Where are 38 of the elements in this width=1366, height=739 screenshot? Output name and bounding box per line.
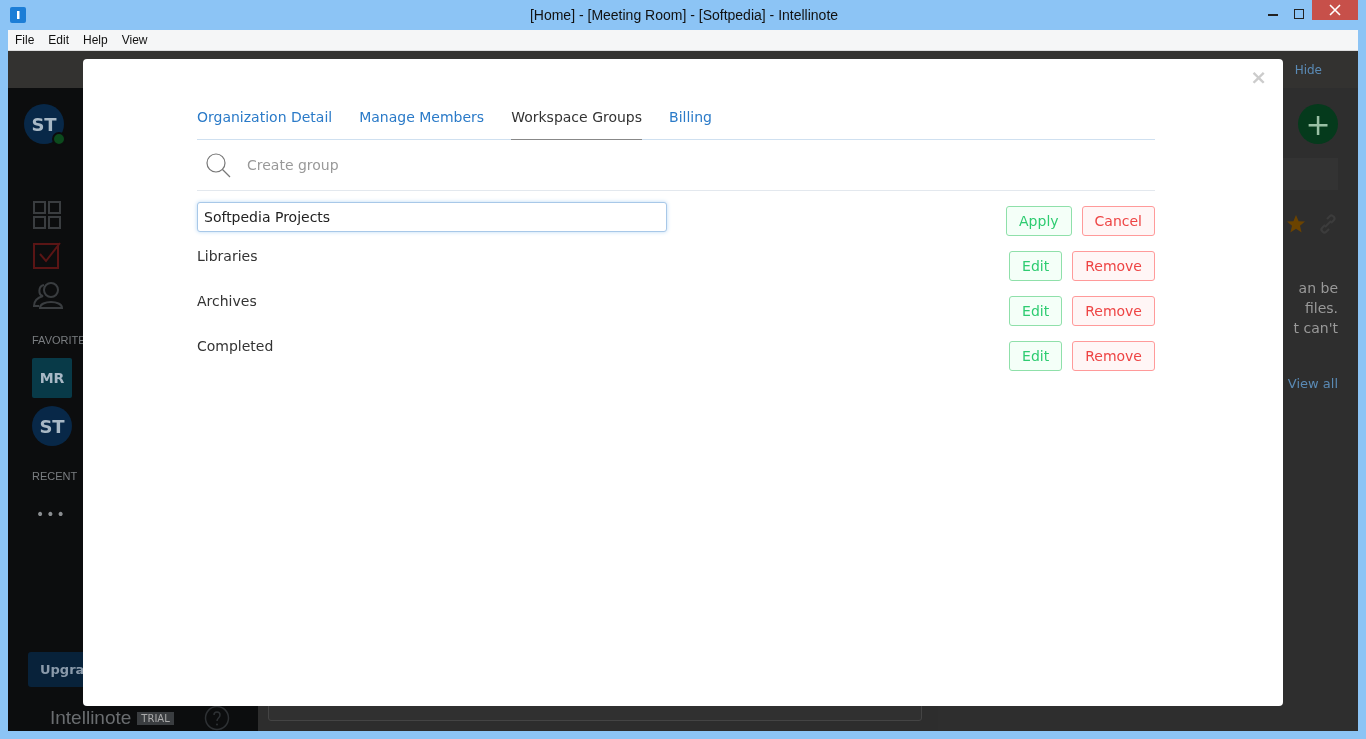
tab[interactable]: Workspace Groups [511,107,643,140]
favorite-avatar[interactable]: ST [32,406,72,446]
description-text: t can't [1293,319,1338,338]
section-label: FAVORITE [31,334,87,346]
group-name: Archives [197,293,257,309]
menu-item[interactable]: File [8,33,42,47]
tab[interactable]: Organization Detail [197,107,333,140]
menu-item[interactable]: Edit [41,33,77,47]
cancel-button[interactable]: Cancel [1081,206,1155,236]
trial-badge: TRIAL [137,711,174,725]
remove-button[interactable]: Remove [1072,341,1155,371]
group-name: Libraries [197,248,258,264]
tab[interactable]: Billing [669,107,712,140]
star-icon[interactable] [1286,214,1306,234]
grid-icon[interactable] [32,200,62,230]
user-avatar[interactable]: ST [24,104,64,144]
group-name: Completed [197,338,274,354]
window-title: [Home] - [Meeting Room] - [Softpedia] - Intellinote [528,7,840,23]
remove-button[interactable]: Remove [1072,296,1155,326]
remove-button[interactable]: Remove [1072,251,1155,281]
view-all-link[interactable]: View all [1287,376,1338,391]
description-text: files. [1304,299,1338,318]
group-name-input[interactable]: Softpedia Projects [197,202,667,232]
add-button[interactable]: + [1298,104,1338,144]
search-icon [205,152,231,178]
section-label: RECENT [31,470,79,482]
people-icon[interactable] [32,280,64,310]
help-icon[interactable] [203,705,230,731]
menu-item[interactable]: Help [76,33,115,47]
close-icon[interactable] [1312,0,1358,20]
checkbox-icon[interactable] [32,240,62,270]
hide-link[interactable]: Hide [1294,62,1322,77]
tab[interactable]: Manage Members [359,107,485,140]
favorite-avatar[interactable]: MR [32,358,72,398]
brand-name: Intellinote [50,707,132,729]
app-icon [10,7,26,23]
description-text: an be [1298,279,1338,298]
menu-item[interactable]: View [114,33,155,47]
